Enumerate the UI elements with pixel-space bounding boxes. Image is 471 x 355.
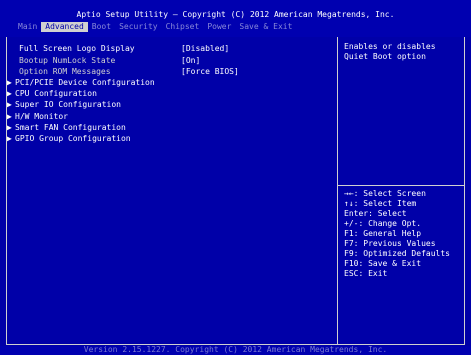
tab-save-exit[interactable]: Save & Exit	[235, 22, 296, 32]
key-select-screen: →←: Select Screen	[344, 189, 426, 198]
submenu-label: Super IO Configuration	[15, 100, 121, 109]
tab-power[interactable]: Power	[203, 22, 235, 32]
value-bootup-numlock-state[interactable]: [On]	[181, 56, 200, 66]
header-bar: Aptio Setup Utility – Copyright (C) 2012…	[0, 0, 471, 37]
submenu-arrow-icon: ▶	[7, 134, 12, 143]
key-general-help: F1: General Help	[344, 229, 422, 238]
main-panel: Full Screen Logo Display [Disabled] Boot…	[6, 37, 465, 345]
help-separator	[338, 185, 465, 186]
setting-option-rom-messages[interactable]: Option ROM Messages	[19, 67, 111, 77]
submenu-label: CPU Configuration	[15, 89, 97, 98]
key-optimized-defaults: F9: Optimized Defaults	[344, 249, 450, 258]
key-previous-values: F7: Previous Values	[344, 239, 436, 248]
tab-boot[interactable]: Boot	[88, 22, 115, 32]
tab-chipset[interactable]: Chipset	[162, 22, 204, 32]
setting-full-screen-logo-display[interactable]: Full Screen Logo Display	[19, 44, 135, 54]
key-esc-exit: ESC: Exit	[344, 269, 388, 278]
submenu-label: Smart FAN Configuration	[15, 123, 126, 132]
submenu-label: GPIO Group Configuration	[15, 134, 131, 143]
submenu-smart-fan-configuration[interactable]: ▶ Smart FAN Configuration	[7, 123, 126, 133]
submenu-cpu-configuration[interactable]: ▶ CPU Configuration	[7, 89, 97, 99]
submenu-arrow-icon: ▶	[7, 112, 12, 121]
footer-bar: Version 2.15.1227. Copyright (C) 2012 Am…	[0, 345, 471, 355]
key-legend: →←: Select Screen ↑↓: Select Item Enter:…	[344, 189, 450, 279]
key-select-item: ↑↓: Select Item	[344, 199, 417, 208]
tab-bar: Main Advanced Boot Security Chipset Powe…	[14, 22, 296, 32]
submenu-arrow-icon: ▶	[7, 78, 12, 87]
vertical-divider	[337, 37, 338, 344]
submenu-super-io-configuration[interactable]: ▶ Super IO Configuration	[7, 100, 121, 110]
bios-screen: Aptio Setup Utility – Copyright (C) 2012…	[0, 0, 471, 355]
submenu-arrow-icon: ▶	[7, 89, 12, 98]
submenu-hw-monitor[interactable]: ▶ H/W Monitor	[7, 112, 68, 122]
help-text: Enables or disables Quiet Boot option	[344, 42, 441, 61]
key-save-exit: F10: Save & Exit	[344, 259, 422, 268]
app-title: Aptio Setup Utility – Copyright (C) 2012…	[76, 10, 395, 19]
value-full-screen-logo-display[interactable]: [Disabled]	[181, 44, 229, 54]
setting-bootup-numlock-state[interactable]: Bootup NumLock State	[19, 56, 115, 66]
submenu-arrow-icon: ▶	[7, 100, 12, 109]
tab-advanced[interactable]: Advanced	[41, 22, 88, 32]
value-option-rom-messages[interactable]: [Force BIOS]	[181, 67, 239, 77]
tab-main[interactable]: Main	[14, 22, 41, 32]
submenu-label: H/W Monitor	[15, 112, 68, 121]
tab-security[interactable]: Security	[115, 22, 162, 32]
submenu-arrow-icon: ▶	[7, 123, 12, 132]
submenu-gpio-group-configuration[interactable]: ▶ GPIO Group Configuration	[7, 134, 131, 144]
key-enter-select: Enter: Select	[344, 209, 407, 218]
submenu-pci-pcie-device-configuration[interactable]: ▶ PCI/PCIE Device Configuration	[7, 78, 155, 88]
version-text: Version 2.15.1227. Copyright (C) 2012 Am…	[83, 345, 388, 354]
submenu-label: PCI/PCIE Device Configuration	[15, 78, 155, 87]
key-change-opt: +/-: Change Opt.	[344, 219, 422, 228]
